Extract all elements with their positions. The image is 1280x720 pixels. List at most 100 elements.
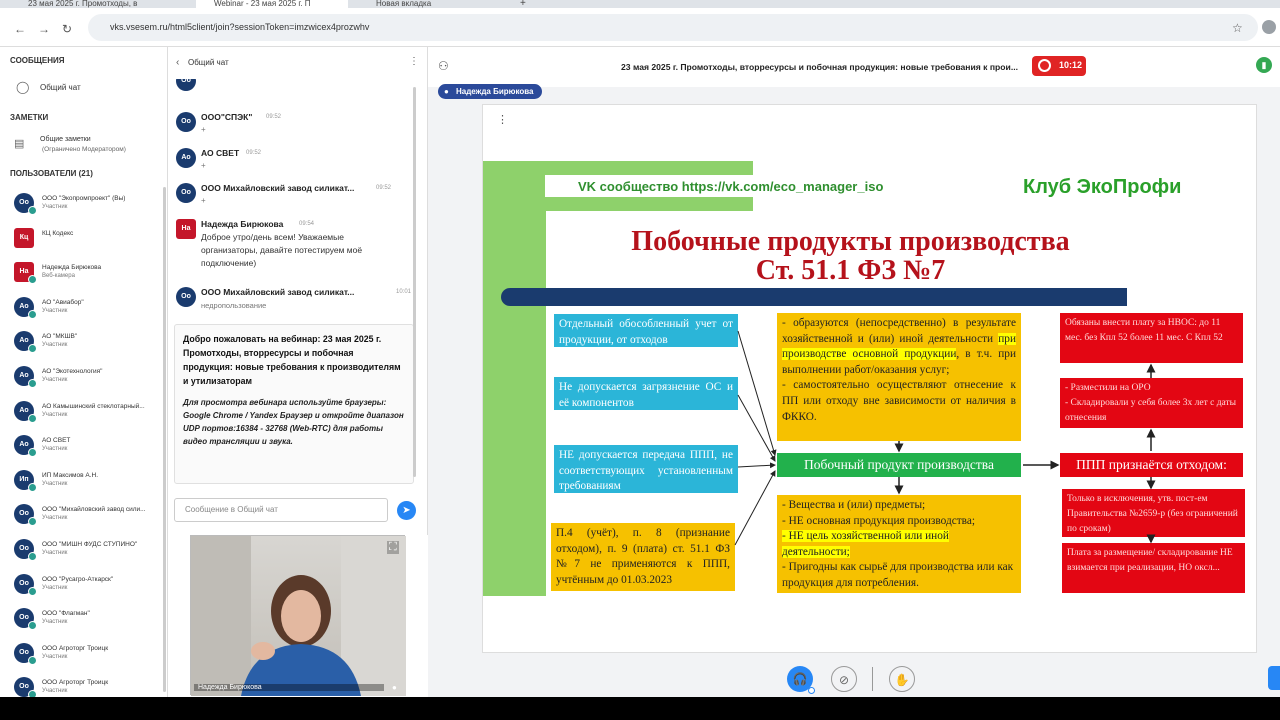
user-role: Веб-камера: [42, 273, 75, 280]
user-name: ООО "Экопромпроект" (Вы): [42, 195, 126, 202]
chat-message: Оо ООО Михайловский завод силикат... 10:01…: [176, 287, 416, 317]
presenter-icon: ●: [444, 87, 449, 96]
recording-indicator[interactable]: 10:12: [1032, 56, 1086, 76]
video-presenter-name: Надежда Бирюкова: [194, 684, 384, 691]
chat-message: Ао АО СВЕТ 09:52 +: [176, 148, 416, 178]
user-list-item[interactable]: Оо ООО Агроторг Троицк Участник: [14, 642, 162, 677]
user-list-item[interactable]: Оо ООО "Русагро-Аткарск" Участник: [14, 573, 162, 608]
address-bar-row: ← → ↻ vks.vsesem.ru/html5client/join?ses…: [0, 8, 1280, 47]
url-field[interactable]: vks.vsesem.ru/html5client/join?sessionTo…: [88, 14, 1258, 41]
chat-bubble-icon: ◯: [16, 80, 30, 94]
user-name: ООО "МИШН ФУДС СТУПИНО": [42, 541, 138, 548]
record-icon: [1038, 59, 1051, 72]
browser-tab-3[interactable]: Новая вкладка: [358, 0, 508, 8]
user-list-item[interactable]: Ао АО "Экотехнология" Участник: [14, 366, 162, 400]
microphone-icon: ●: [392, 683, 397, 692]
status-dot: [28, 482, 37, 492]
status-dot: [28, 621, 37, 631]
user-list-item[interactable]: Оо ООО "Флагман" Участник: [14, 608, 162, 642]
notes-icon: ▤: [14, 138, 25, 150]
message-time: 09:52: [376, 185, 392, 191]
camera-off-button[interactable]: ⊘: [831, 666, 857, 692]
conference-header: ⚇ 23 мая 2025 г. Промотходы, вторресурсы…: [428, 47, 1280, 87]
conference-controls: 🎧 ⊘ ✋: [428, 658, 1280, 697]
welcome-title: Добро пожаловать на вебинар: 23 мая 2025…: [183, 334, 401, 386]
message-text: недропользование: [201, 301, 267, 310]
avatar: Ао: [176, 148, 196, 168]
message-author: ООО"СПЭК": [201, 112, 253, 122]
side-panel-toggle[interactable]: [1268, 666, 1280, 690]
message-text: +: [201, 196, 206, 205]
user-role: Участник: [42, 342, 68, 349]
message-time: 09:52: [266, 114, 282, 120]
user-list-item[interactable]: Оо ООО "Экопромпроект" (Вы) Участник: [14, 193, 162, 227]
messages-header: СООБЩЕНИЯ: [10, 56, 65, 65]
status-dot: [28, 413, 37, 423]
user-list-item[interactable]: Ип ИП Максимов А.Н. Участник: [14, 469, 162, 504]
user-role: Участник: [42, 515, 68, 522]
more-options-icon[interactable]: ⋮: [409, 56, 419, 67]
user-name: КЦ Кодекс: [42, 229, 74, 237]
chat-message-input[interactable]: Сообщение в Общий чат: [174, 498, 388, 522]
avatar: Оо: [176, 287, 196, 307]
user-name: АО СВЕТ: [42, 437, 71, 445]
avatar: Оо: [176, 79, 196, 91]
new-tab-button[interactable]: +: [520, 0, 532, 8]
user-list-item[interactable]: На Надежда Бирюкова Веб-камера: [14, 262, 162, 296]
user-list-item[interactable]: Оо ООО "Михайловский завод сили... Участни…: [14, 504, 162, 538]
user-name: ООО "Русагро-Аткарск": [42, 575, 114, 583]
user-name: АО "МКШВ": [42, 333, 78, 341]
general-chat-link[interactable]: Общий чат: [40, 83, 81, 92]
message-time: 09:54: [299, 221, 315, 227]
message-author: АО СВЕТ: [201, 148, 240, 158]
user-list-item[interactable]: Оо ООО "МИШН ФУДС СТУПИНО" Участник: [14, 539, 162, 573]
status-dot: [28, 448, 37, 458]
controls-divider: [872, 667, 873, 691]
conference-title: 23 мая 2025 г. Промотходы, вторресурсы и…: [621, 62, 1018, 72]
user-role: Участник: [42, 307, 68, 314]
shared-notes-link[interactable]: Общие заметки: [40, 136, 91, 143]
user-list-item[interactable]: Ао АО Камышинский стеклотарный... Участник: [14, 400, 162, 435]
user-role: Участник: [42, 446, 68, 453]
reload-icon[interactable]: ↻: [62, 22, 72, 36]
message-author: Надежда Бирюкова: [201, 219, 284, 229]
shared-notes-sub: (Ограничено Модератором): [42, 146, 126, 153]
presentation-slide: ⋮ VK сообщество https://vk.com/eco_manag…: [482, 104, 1257, 653]
chat-panel: ‹ Общий чат ⋮ Оо Оо ООО"СПЭК" 09:52 + Ао АО С…: [168, 47, 428, 535]
forward-icon[interactable]: →: [38, 22, 50, 36]
browser-tab-1[interactable]: 23 мая 2025 г. Промотходы, в: [28, 0, 188, 8]
chevron-left-icon[interactable]: ‹: [176, 57, 179, 68]
chat-message: Оо ООО"СПЭК" 09:52 +: [176, 112, 416, 142]
user-list-item[interactable]: Ао АО "МКШВ" Участник: [14, 331, 162, 365]
bookmark-star-icon[interactable]: ☆: [1232, 21, 1243, 35]
status-dot: [28, 275, 37, 285]
user-list-item[interactable]: Ао АО СВЕТ Участник: [14, 435, 162, 469]
notes-header: ЗАМЕТКИ: [10, 113, 49, 122]
chat-scrollbar[interactable]: [413, 87, 416, 477]
user-name: ИП Максимов А.Н.: [42, 471, 99, 479]
user-name: АО "Экотехнология": [42, 368, 103, 375]
message-text: +: [201, 125, 206, 134]
message-time: 09:52: [246, 150, 262, 156]
user-name: ООО "Флагман": [42, 610, 90, 618]
send-button[interactable]: ➤: [397, 501, 416, 520]
user-list-scrollbar[interactable]: [163, 187, 166, 692]
back-icon[interactable]: ←: [14, 22, 26, 36]
connection-status-icon[interactable]: ▮: [1256, 57, 1272, 73]
raise-hand-button[interactable]: ✋: [889, 666, 915, 692]
status-dot: [28, 344, 37, 354]
user-role: Участник: [42, 584, 68, 591]
user-settings-icon[interactable]: ⚇: [438, 59, 449, 73]
browser-tab-2[interactable]: Webinar - 23 мая 2025 г. П: [196, 0, 348, 8]
users-header: ПОЛЬЗОВАТЕЛИ (21): [10, 169, 93, 178]
profile-avatar-icon[interactable]: [1262, 20, 1276, 34]
user-role: Участник: [42, 411, 68, 418]
user-list-item[interactable]: Кц КЦ Кодекс: [14, 227, 162, 262]
avatar: На: [176, 219, 196, 239]
user-name: АО Камышинский стеклотарный...: [42, 402, 145, 410]
user-role: Участник: [42, 653, 68, 660]
user-name: АО "Авиабор": [42, 298, 84, 306]
status-dot: [28, 517, 37, 527]
fullscreen-icon[interactable]: ⛶: [387, 541, 399, 554]
user-list-item[interactable]: Ао АО "Авиабор" Участник: [14, 296, 162, 331]
